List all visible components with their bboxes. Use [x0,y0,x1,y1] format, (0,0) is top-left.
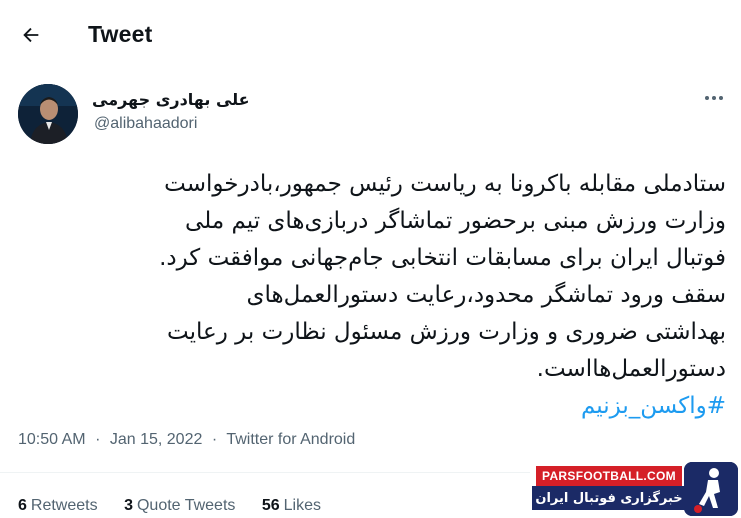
meta-separator: · [95,431,101,448]
avatar[interactable] [18,84,78,144]
tweet-line: بهداشتی ضروری و وزارت ورزش مسئول نظارت ب… [167,319,726,345]
engagement-stats: 6 Retweets 3 Quote Tweets 56 Likes [18,497,343,515]
author-handle[interactable]: @alibahaadori [94,115,197,133]
parsfootball-watermark: PARSFOOTBALL.COM خبرگزاری فوتبال ایران [532,462,741,518]
likes-count: 56 [261,497,280,514]
tweet-line: سقف ورود تماشگر محدود،رعایت دستورالعمل‌ه… [246,282,726,308]
tweet-line: دستورالعمل‌هااست. [536,356,726,382]
arrow-left-icon [23,27,39,43]
tweet-text: ستادملی مقابله باکرونا به ریاست رئیس جمه… [14,166,726,425]
tweet-line: وزارت ورزش مبنی برحضور تماشاگر دربازی‌ها… [185,208,726,234]
watermark-tagline: خبرگزاری فوتبال ایران [532,486,686,510]
football-player-logo-icon [684,462,738,516]
author-name[interactable]: علی بهادری جهرمی [92,90,250,109]
tweet-meta: 10:50 AM · Jan 15, 2022 · Twitter for An… [18,431,355,449]
top-bar: Tweet [0,0,741,70]
meta-separator: · [211,431,218,448]
hashtag-link[interactable]: #واکسن_بزنیم [581,393,726,419]
back-button[interactable] [13,17,49,53]
quote-tweets-label: Quote Tweets [136,497,236,514]
tweet-line: فوتبال ایران برای مسابقات انتخابی جام‌جه… [159,245,726,271]
tweet-date[interactable]: Jan 15, 2022 [110,431,203,448]
avatar-image [18,84,78,144]
more-options-button[interactable] [700,88,728,108]
likes-stat[interactable]: 56 Likes [262,497,321,514]
divider [0,472,530,473]
retweets-label: Retweets [30,497,98,514]
tweet-source-link[interactable]: Twitter for Android [226,431,355,448]
tweet-time[interactable]: 10:50 AM [18,431,86,448]
page-title: Tweet [88,21,153,47]
watermark-site: PARSFOOTBALL.COM [536,466,682,486]
tweet-line: ستادملی مقابله باکرونا به ریاست رئیس جمه… [164,171,726,197]
retweets-stat[interactable]: 6 Retweets [18,497,98,514]
more-horizontal-icon [705,96,723,100]
quote-tweets-stat[interactable]: 3 Quote Tweets [124,497,235,514]
retweets-count: 6 [18,497,27,514]
quote-tweets-count: 3 [124,497,133,514]
likes-label: Likes [283,497,322,514]
